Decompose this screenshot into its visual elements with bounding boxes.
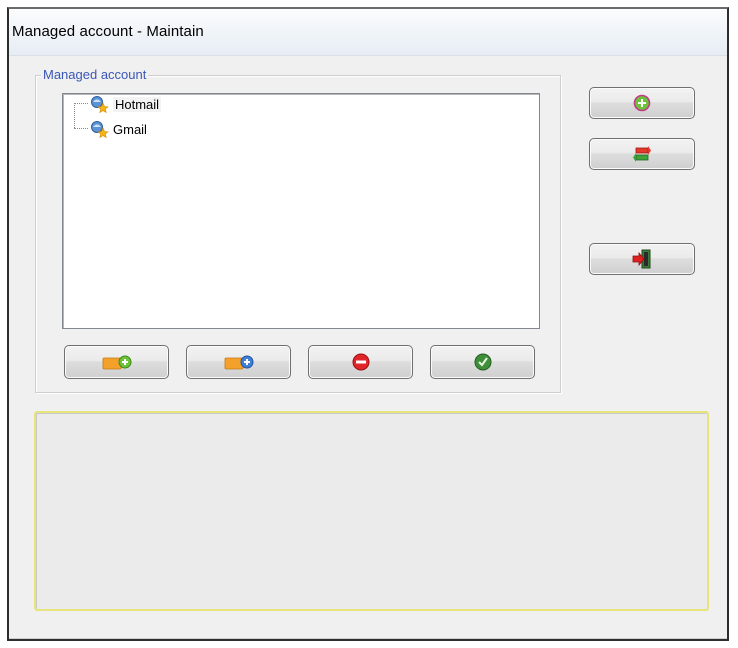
edit-account-button[interactable] xyxy=(186,345,291,379)
swap-arrows-icon xyxy=(633,146,651,162)
tree-connector xyxy=(74,128,88,129)
mail-account-icon xyxy=(91,96,109,113)
exit-button[interactable] xyxy=(589,243,695,275)
folder-info-icon xyxy=(224,355,253,370)
plus-circle-icon xyxy=(633,94,651,112)
account-tree[interactable]: Hotmail Gmail xyxy=(62,93,540,329)
folder-add-icon xyxy=(102,355,131,370)
tree-item-label: Hotmail xyxy=(113,96,162,112)
main-window: Managed account - Maintain Managed accou… xyxy=(7,7,729,641)
minus-circle-icon xyxy=(352,353,369,371)
tree-item-label: Gmail xyxy=(113,121,147,137)
exit-door-icon xyxy=(632,249,651,269)
tree-item-hotmail[interactable]: Hotmail xyxy=(89,95,162,113)
managed-account-group: Managed account Hotmail Gmail xyxy=(35,67,561,393)
add-account-button[interactable] xyxy=(64,345,169,379)
check-circle-icon xyxy=(474,353,491,371)
window-title: Managed account - Maintain xyxy=(12,23,204,40)
title-bar: Managed account - Maintain xyxy=(9,9,727,56)
mail-account-icon xyxy=(91,121,109,138)
delete-account-button[interactable] xyxy=(308,345,413,379)
tree-connector xyxy=(74,103,75,128)
tree-item-gmail[interactable]: Gmail xyxy=(89,120,147,138)
tree-connector xyxy=(74,103,88,104)
refresh-button[interactable] xyxy=(589,138,695,170)
log-panel xyxy=(34,411,709,611)
group-legend: Managed account xyxy=(41,67,149,82)
status-divider xyxy=(9,638,727,639)
add-button[interactable] xyxy=(589,87,695,119)
confirm-account-button[interactable] xyxy=(430,345,535,379)
